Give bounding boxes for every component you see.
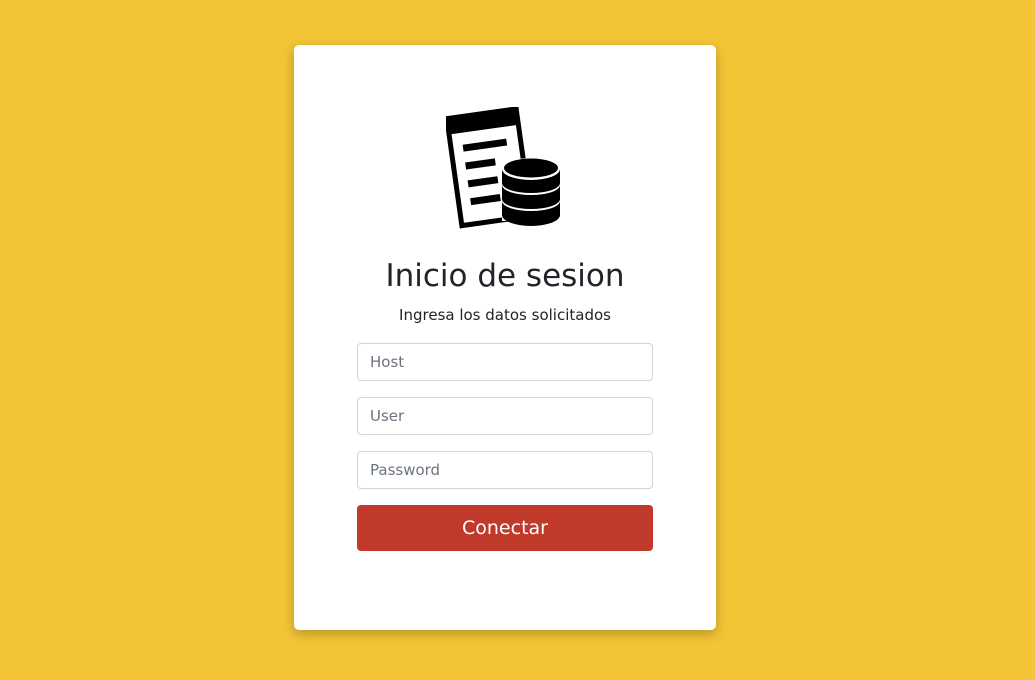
- host-input[interactable]: [357, 343, 653, 381]
- document-database-icon: [446, 107, 560, 229]
- page-title: Inicio de sesion: [385, 258, 625, 294]
- user-input[interactable]: [357, 397, 653, 435]
- connect-button[interactable]: Conectar: [357, 505, 653, 551]
- login-card: Inicio de sesion Ingresa los datos solic…: [294, 45, 716, 630]
- page-subtitle: Ingresa los datos solicitados: [399, 306, 611, 324]
- password-input[interactable]: [357, 451, 653, 489]
